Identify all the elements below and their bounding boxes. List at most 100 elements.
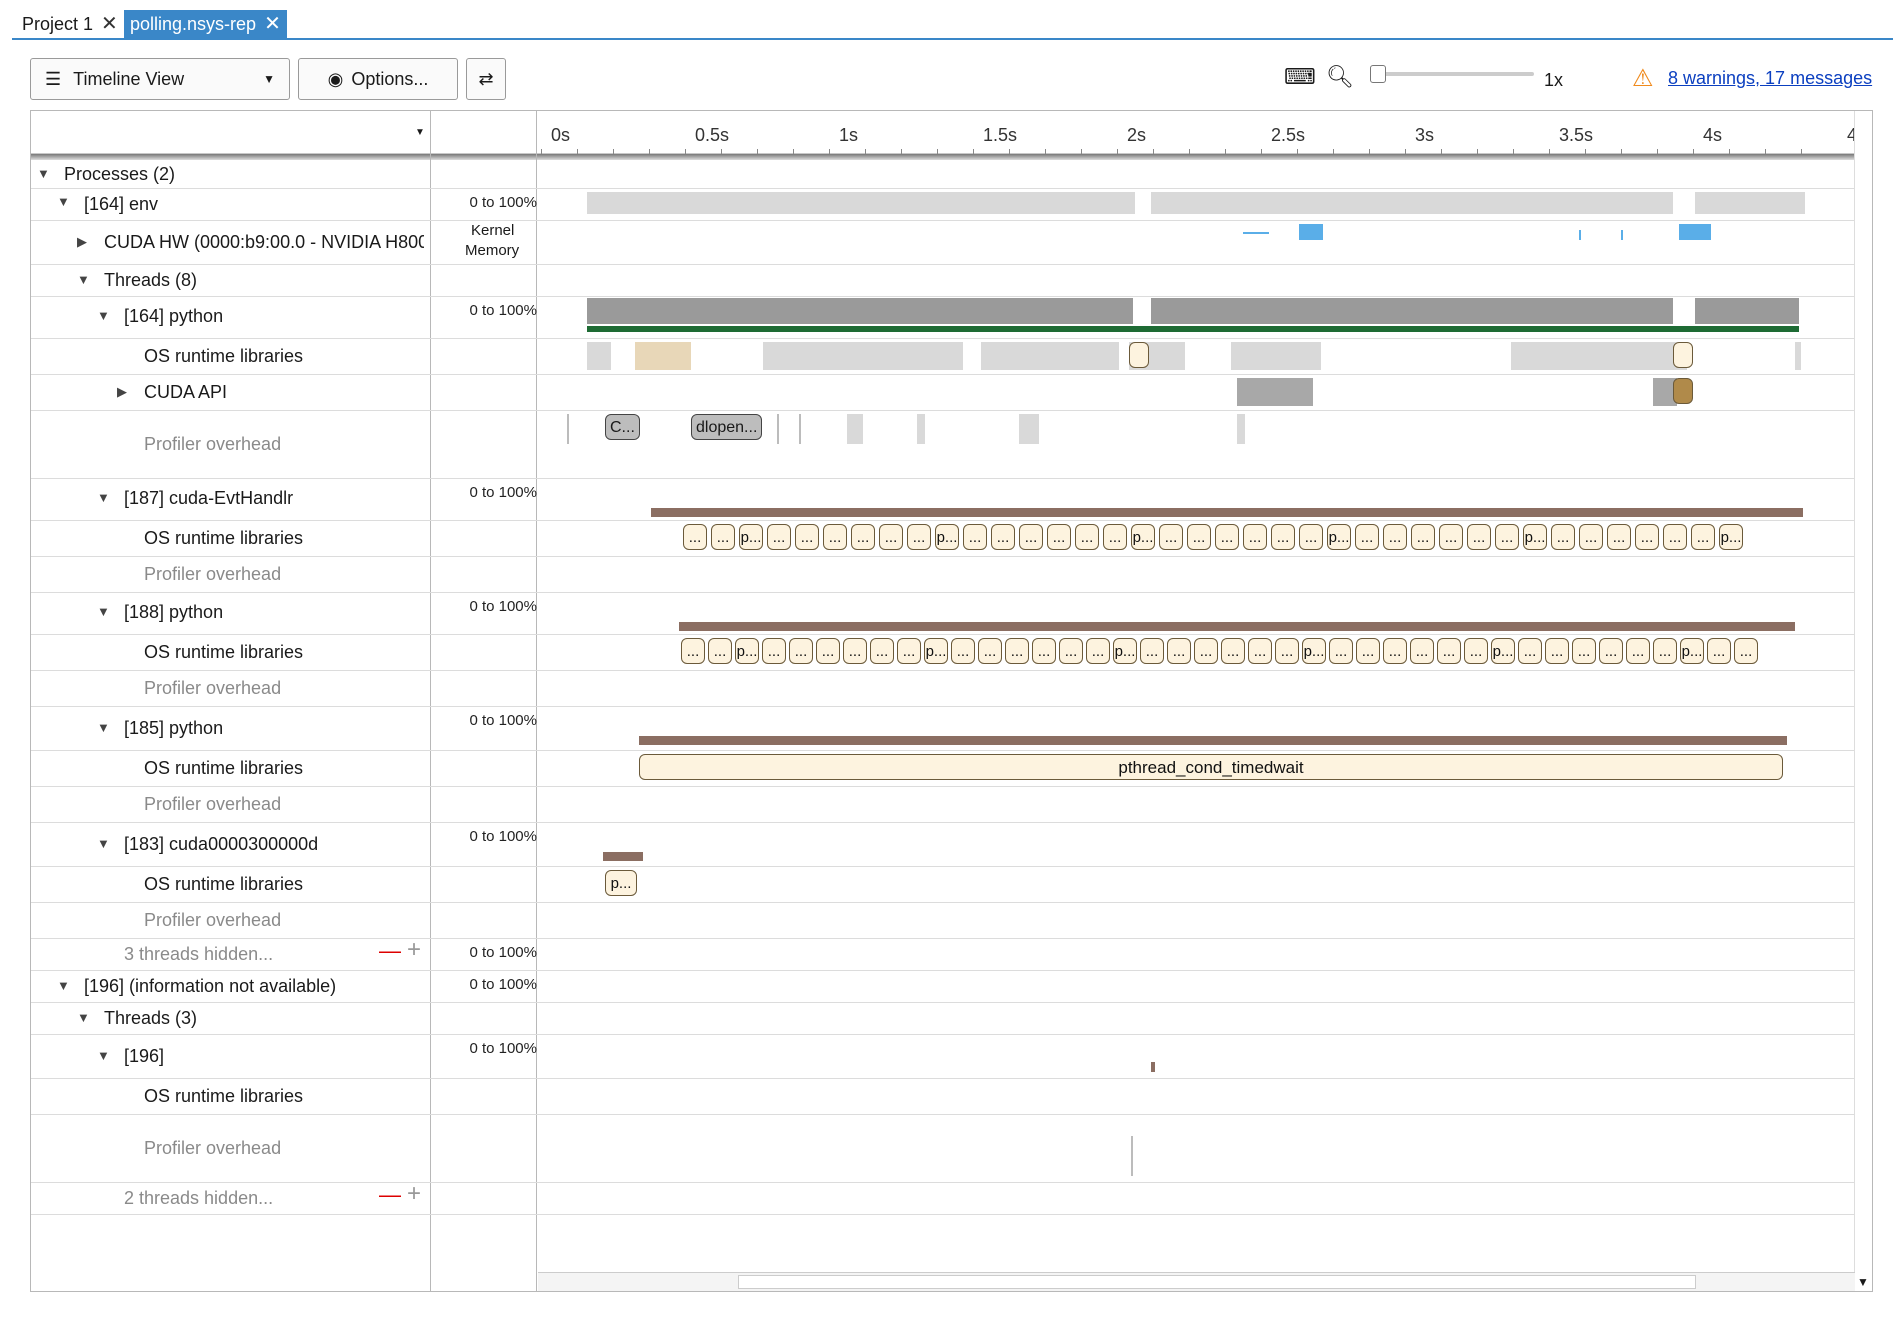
osrt-event[interactable]: ... <box>879 524 903 550</box>
osrt-event[interactable] <box>1129 342 1149 368</box>
collapse-icon[interactable]: ▼ <box>97 598 110 626</box>
osrt-event[interactable]: ... <box>1075 524 1099 550</box>
osrt-event[interactable]: ... <box>683 524 707 550</box>
osrt-event[interactable]: ... <box>1383 638 1407 664</box>
osrt-event[interactable]: ... <box>711 524 735 550</box>
thread-state-bar[interactable] <box>1151 1062 1155 1072</box>
osrt-event[interactable]: p... <box>1327 524 1351 550</box>
collapse-icon[interactable]: ▼ <box>77 1004 90 1032</box>
osrt-event[interactable]: ... <box>1551 524 1575 550</box>
osrt-event[interactable]: ... <box>1437 638 1461 664</box>
tab-project-1[interactable]: Project 1 ✕ <box>16 10 124 38</box>
row-hidden-2[interactable]: 2 threads hidden... — + <box>31 1180 1855 1215</box>
profiler-event[interactable] <box>847 414 863 444</box>
thread-state-bar[interactable] <box>587 326 1799 332</box>
utilization-block[interactable] <box>587 192 1135 214</box>
osrt-event[interactable] <box>981 342 1011 370</box>
osrt-event[interactable]: p... <box>1680 638 1704 664</box>
osrt-event[interactable]: ... <box>1221 638 1245 664</box>
swap-button[interactable]: ⇄ <box>466 58 506 100</box>
osrt-event[interactable]: ... <box>951 638 975 664</box>
osrt-event[interactable]: ... <box>1607 524 1631 550</box>
osrt-event[interactable]: ... <box>851 524 875 550</box>
osrt-event[interactable]: ... <box>1299 524 1323 550</box>
osrt-event[interactable]: ... <box>1271 524 1295 550</box>
row-processes[interactable]: ▼ Processes (2) <box>31 160 1855 189</box>
osrt-event[interactable]: p... <box>1523 524 1547 550</box>
row-profiler-196[interactable]: Profiler overhead <box>31 1114 1855 1183</box>
row-thread-185[interactable]: ▼ [185] python 0 to 100% <box>31 706 1855 751</box>
thread-state-bar[interactable] <box>603 852 643 861</box>
osrt-event[interactable] <box>635 342 691 370</box>
osrt-event[interactable]: ... <box>816 638 840 664</box>
osrt-event[interactable]: ... <box>1086 638 1110 664</box>
osrt-event[interactable]: ... <box>762 638 786 664</box>
osrt-event[interactable]: p... <box>1302 638 1326 664</box>
row-thread-164[interactable]: ▼ [164] python 0 to 100% <box>31 296 1855 339</box>
horizontal-scroll-thumb[interactable] <box>738 1275 1696 1289</box>
osrt-event[interactable]: ... <box>1653 638 1677 664</box>
osrt-event[interactable]: ... <box>1383 524 1407 550</box>
osrt-event[interactable]: ... <box>1275 638 1299 664</box>
osrt-event[interactable] <box>1511 342 1687 370</box>
collapse-icon[interactable]: ▼ <box>97 830 110 858</box>
osrt-event[interactable]: ... <box>1047 524 1071 550</box>
collapse-icon[interactable]: ▼ <box>97 1042 110 1070</box>
warnings-link[interactable]: 8 warnings, 17 messages <box>1668 68 1872 89</box>
osrt-event[interactable]: ... <box>789 638 813 664</box>
osrt-event[interactable] <box>1231 342 1321 370</box>
profiler-event[interactable]: dlopen... <box>691 414 763 440</box>
row-osrt-196[interactable]: OS runtime libraries <box>31 1078 1855 1115</box>
row-thread-188[interactable]: ▼ [188] python 0 to 100% <box>31 592 1855 635</box>
row-osrt-188[interactable]: OS runtime libraries ...... p............… <box>31 634 1855 671</box>
kernel-event[interactable] <box>1243 232 1269 234</box>
options-button[interactable]: ◉ Options... <box>298 58 458 100</box>
osrt-event[interactable]: ... <box>1140 638 1164 664</box>
row-osrt-187[interactable]: OS runtime libraries ...... p............… <box>31 520 1855 557</box>
view-selector[interactable]: ☰ Timeline View ▼ <box>30 58 290 100</box>
osrt-event[interactable]: ... <box>843 638 867 664</box>
scroll-down-icon[interactable]: ▼ <box>1857 1275 1869 1289</box>
collapse-icon[interactable]: ▼ <box>57 188 70 216</box>
close-icon[interactable]: ✕ <box>101 13 118 35</box>
kernel-event[interactable] <box>1679 224 1711 240</box>
profiler-event[interactable] <box>1019 414 1039 444</box>
zoom-slider[interactable] <box>1370 65 1534 83</box>
osrt-event[interactable]: ... <box>1464 638 1488 664</box>
osrt-event[interactable]: ... <box>1019 524 1043 550</box>
profiler-tick[interactable] <box>1131 1136 1133 1176</box>
osrt-event[interactable]: ... <box>1691 524 1715 550</box>
row-profiler-183[interactable]: Profiler overhead <box>31 902 1855 939</box>
osrt-event[interactable]: ... <box>1355 524 1379 550</box>
thread-state-bar[interactable] <box>679 622 1795 631</box>
osrt-event[interactable]: ... <box>1103 524 1127 550</box>
osrt-event[interactable]: ... <box>1635 524 1659 550</box>
osrt-event[interactable]: p... <box>1491 638 1515 664</box>
collapse-icon[interactable]: ▼ <box>97 714 110 742</box>
collapse-icon[interactable]: ▼ <box>77 266 90 294</box>
zoom-slider-handle[interactable] <box>1370 65 1386 83</box>
row-profiler-187[interactable]: Profiler overhead <box>31 556 1855 593</box>
row-process-196[interactable]: ▼ [196] (information not available) 0 to… <box>31 970 1855 1003</box>
osrt-event[interactable]: ... <box>1572 638 1596 664</box>
row-osrt-183[interactable]: OS runtime libraries p... <box>31 866 1855 903</box>
plus-icon[interactable]: + <box>407 936 421 964</box>
close-icon[interactable]: ✕ <box>264 13 281 35</box>
osrt-event[interactable]: ... <box>1410 638 1434 664</box>
osrt-event[interactable]: p... <box>735 638 759 664</box>
row-profiler-185[interactable]: Profiler overhead <box>31 786 1855 823</box>
profiler-tick[interactable] <box>777 414 779 444</box>
osrt-event[interactable]: ... <box>1005 638 1029 664</box>
osrt-event[interactable]: ... <box>897 638 921 664</box>
profiler-event[interactable] <box>1237 414 1245 444</box>
osrt-event[interactable]: ... <box>795 524 819 550</box>
osrt-event[interactable]: ... <box>1059 638 1083 664</box>
row-cuda-api-164[interactable]: ▶ CUDA API <box>31 374 1855 411</box>
osrt-event[interactable]: ... <box>1734 638 1758 664</box>
utilization-block[interactable] <box>1151 192 1673 214</box>
osrt-event[interactable]: ... <box>1194 638 1218 664</box>
pthread-wait-event[interactable]: pthread_cond_timedwait <box>639 754 1783 780</box>
profiler-tick[interactable] <box>567 414 569 444</box>
kernel-event[interactable] <box>1299 224 1323 240</box>
osrt-event[interactable]: ... <box>978 638 1002 664</box>
